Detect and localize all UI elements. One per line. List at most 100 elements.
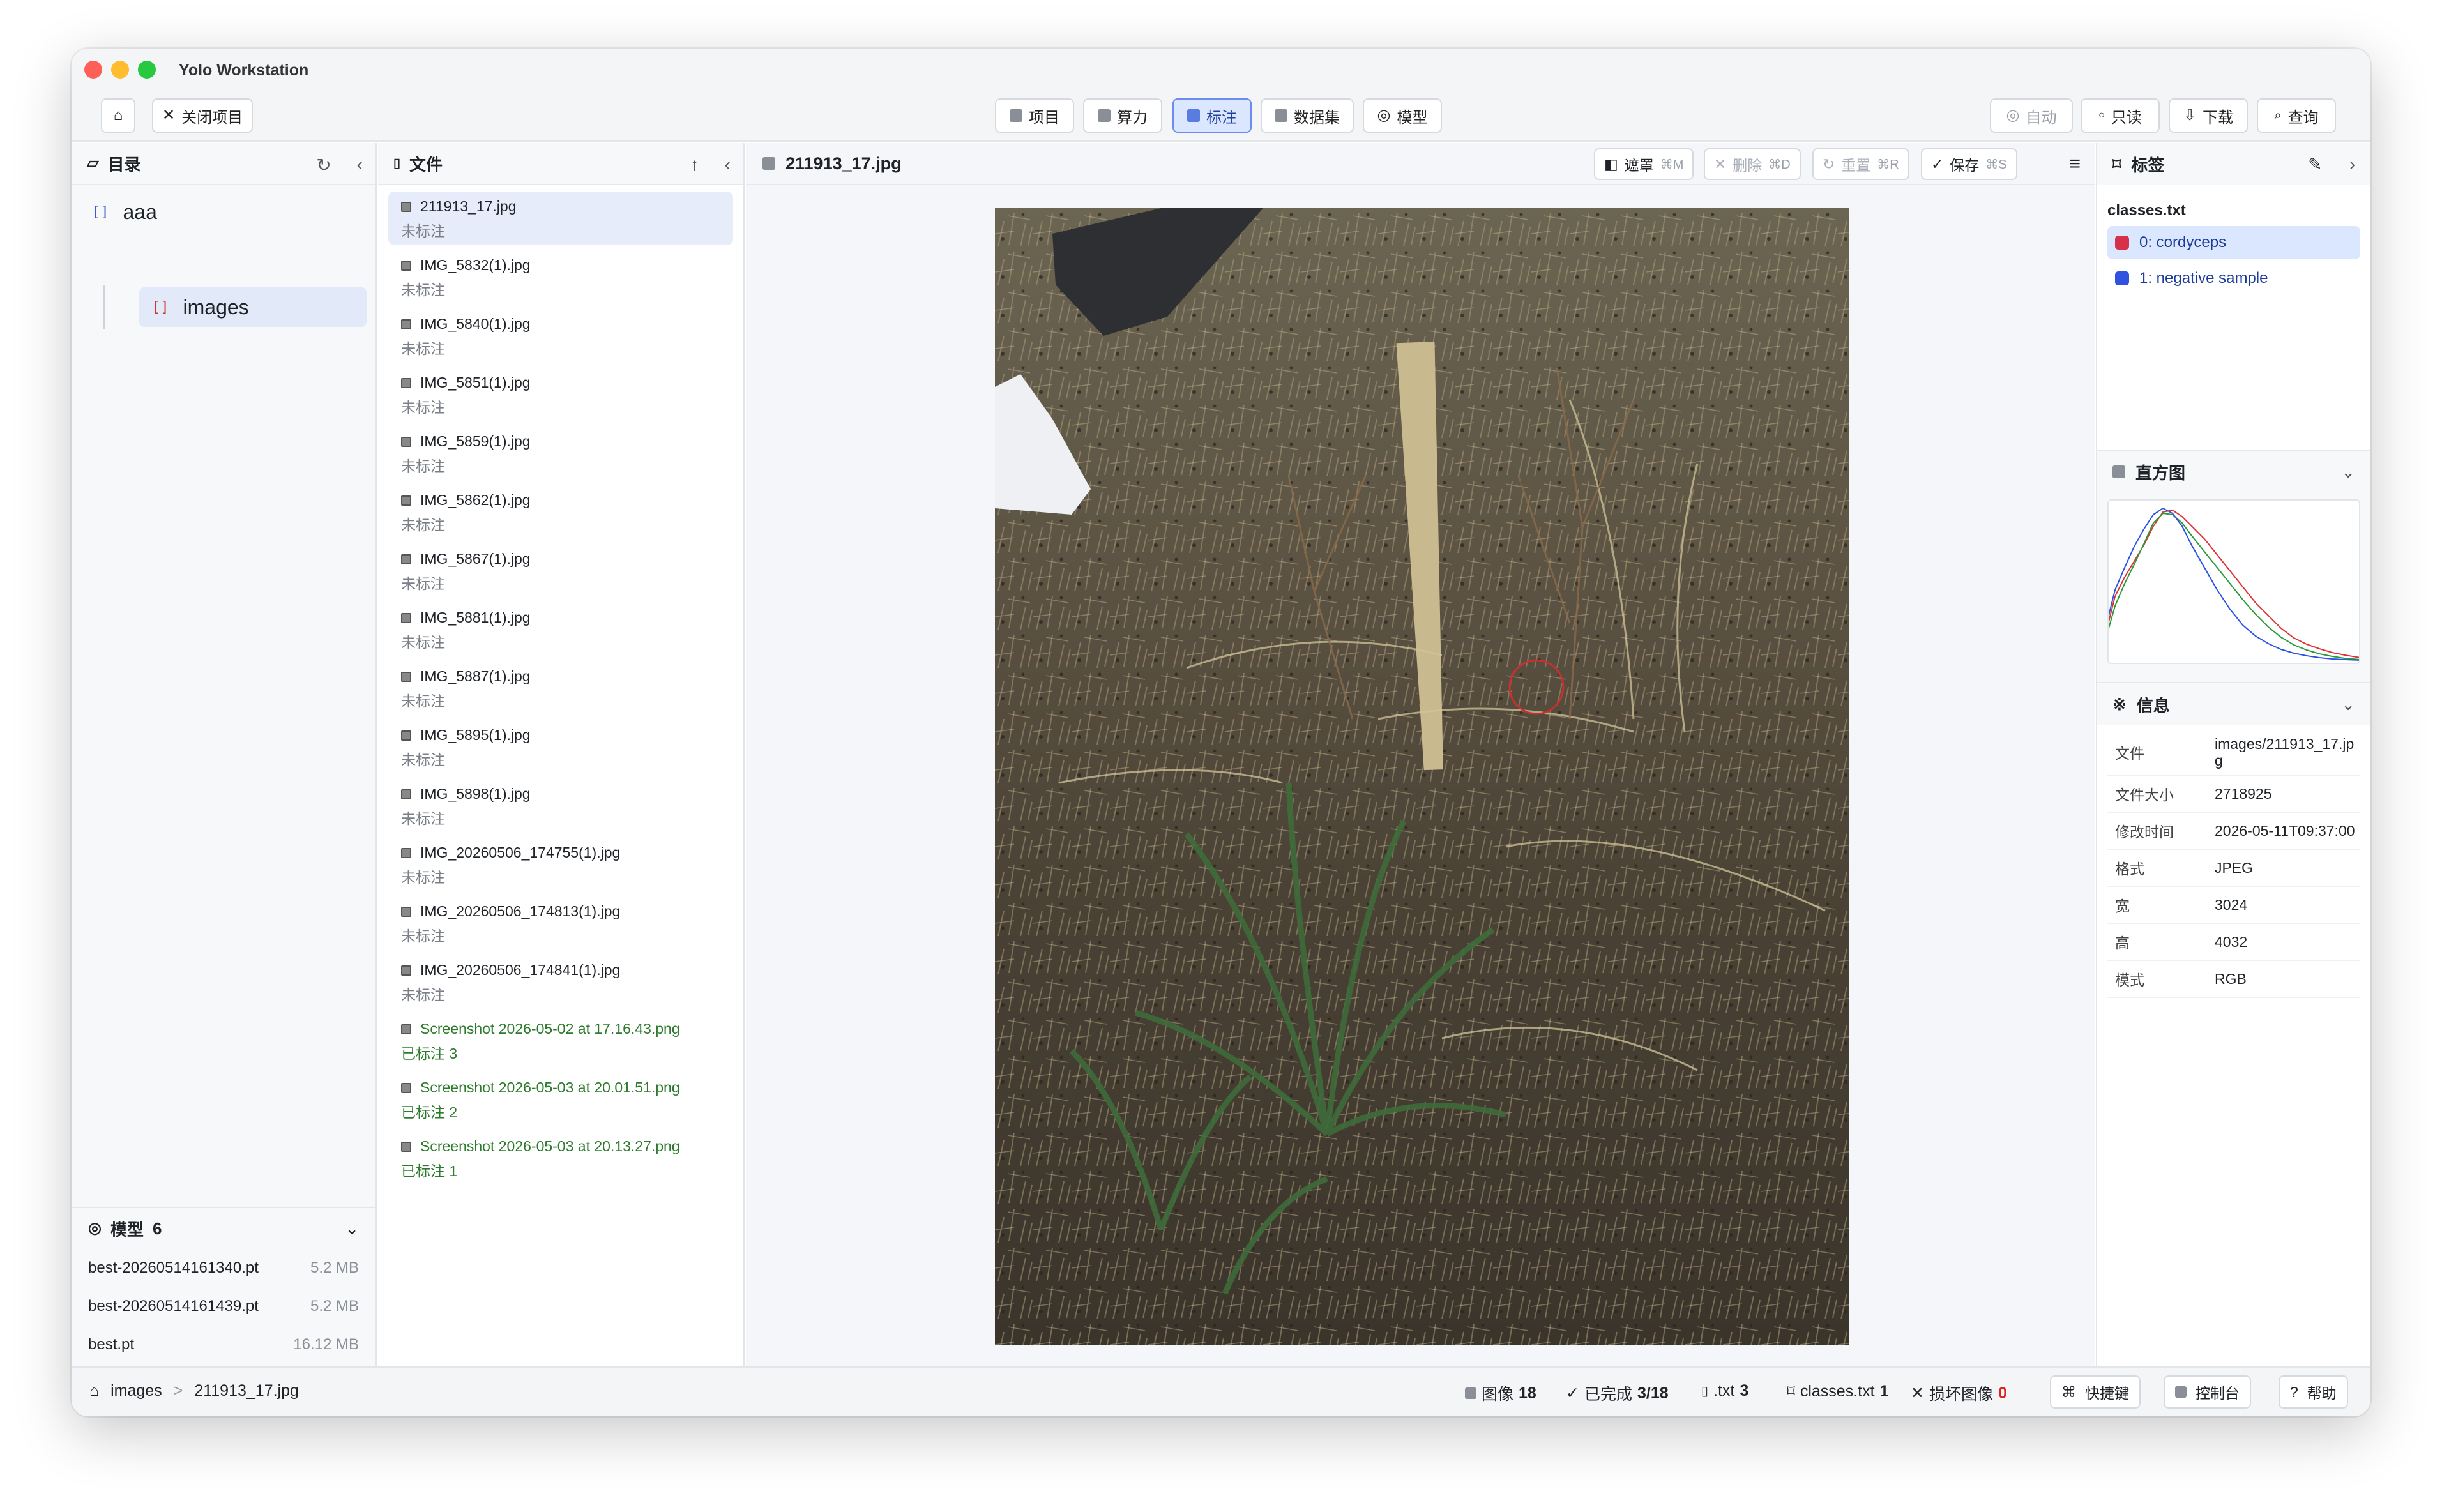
file-list-item[interactable]: IMG_5862(1).jpg 未标注	[388, 485, 733, 539]
info-key: 高	[2115, 934, 2130, 951]
chevron-down-icon[interactable]: ⌄	[345, 1219, 359, 1239]
console-button[interactable]: 控制台	[2164, 1375, 2251, 1409]
auto-button[interactable]: ◎ 自动	[1990, 98, 2073, 133]
close-window-button[interactable]	[84, 61, 102, 79]
file-list-item[interactable]: IMG_20260506_174755(1).jpg 未标注	[388, 838, 733, 891]
tab-dataset[interactable]: 数据集	[1261, 98, 1354, 133]
file-name: IMG_5887(1).jpg	[420, 668, 531, 684]
annotate-icon	[1187, 109, 1200, 122]
tab-compute[interactable]: 算力	[1083, 98, 1162, 133]
query-button[interactable]: ⌕ 查询	[2257, 98, 2336, 133]
chevron-down-icon[interactable]: ⌄	[2341, 462, 2355, 482]
file-list-item[interactable]: IMG_5832(1).jpg 未标注	[388, 250, 733, 304]
file-list-item[interactable]: IMG_20260506_174813(1).jpg 未标注	[388, 896, 733, 950]
broken-count-value: 0	[1998, 1384, 2007, 1402]
collapse-left-icon[interactable]: ‹	[725, 155, 731, 175]
class-item[interactable]: 1: negative sample	[2107, 262, 2360, 295]
menu-icon[interactable]: ≡	[2069, 153, 2081, 175]
info-row: 文件 images/211913_17.jpg	[2107, 730, 2360, 776]
info-value: JPEG	[2215, 859, 2254, 876]
shortcuts-button[interactable]: ⌘ 快捷键	[2050, 1375, 2141, 1409]
directory-title: 目录	[107, 155, 141, 174]
classes-count-label: classes.txt	[1800, 1382, 1875, 1400]
delete-icon: ✕	[1714, 155, 1727, 172]
file-title: 文件	[409, 155, 443, 174]
info-value: images/211913_17.jpg	[2215, 736, 2355, 769]
zoom-window-button[interactable]	[138, 61, 156, 79]
breadcrumb-root[interactable]: images	[110, 1382, 162, 1400]
check-icon: ✓	[1566, 1384, 1579, 1402]
file-list-item[interactable]: IMG_5851(1).jpg 未标注	[388, 368, 733, 421]
download-button[interactable]: ⇩ 下载	[2169, 98, 2248, 133]
photo-canvas[interactable]	[995, 208, 1849, 1345]
model-item[interactable]: best-20260514161340.pt 5.2 MB	[72, 1249, 375, 1287]
tab-model[interactable]: ◎ 模型	[1363, 98, 1442, 133]
folder-bracket-icon: []	[92, 204, 109, 220]
models-count: 6	[152, 1218, 162, 1238]
labels-section: ⌑ 标签 ✎ › classes.txt 0: cordyceps 1: neg…	[2097, 143, 2370, 451]
model-size: 16.12 MB	[293, 1336, 359, 1353]
file-list-item[interactable]: IMG_5840(1).jpg 未标注	[388, 309, 733, 363]
help-button[interactable]: ? 帮助	[2279, 1375, 2348, 1409]
file-list-item[interactable]: IMG_5881(1).jpg 未标注	[388, 603, 733, 656]
file-list-item[interactable]: IMG_5898(1).jpg 未标注	[388, 779, 733, 833]
file-list-item[interactable]: IMG_5859(1).jpg 未标注	[388, 427, 733, 480]
file-name-row: Screenshot 2026-05-02 at 17.16.43.png	[401, 1020, 733, 1038]
auto-label: 自动	[2026, 109, 2057, 126]
info-value: 4032	[2215, 933, 2248, 950]
readonly-button[interactable]: ○ 只读	[2081, 98, 2160, 133]
file-list-item[interactable]: IMG_5895(1).jpg 未标注	[388, 720, 733, 774]
search-icon: ⌕	[2274, 109, 2282, 123]
file-list-item[interactable]: IMG_5867(1).jpg 未标注	[388, 544, 733, 598]
image-file-icon	[401, 436, 411, 447]
file-list-item[interactable]: 211913_17.jpg 未标注	[388, 192, 733, 245]
reset-shortcut: ⌘R	[1877, 157, 1899, 172]
status-bar: ⌂ images > 211913_17.jpg 图像 18 ✓ 已完成 3/1…	[72, 1366, 2370, 1416]
chevron-right-icon[interactable]: ›	[2349, 155, 2355, 174]
save-button[interactable]: ✓ 保存 ⌘S	[1921, 148, 2017, 180]
info-title: 信息	[2136, 695, 2170, 715]
tree-item-aaa[interactable]: [] aaa	[92, 200, 157, 224]
tab-annotate[interactable]: 标注	[1172, 98, 1252, 133]
home-button[interactable]: ⌂	[101, 98, 135, 133]
titlebar: Yolo Workstation	[72, 49, 2370, 91]
sort-up-icon[interactable]: ↑	[690, 155, 699, 175]
file-list-item[interactable]: Screenshot 2026-05-03 at 20.13.27.png 已标注…	[388, 1131, 733, 1185]
annotation-image[interactable]	[995, 208, 1849, 1345]
models-header[interactable]: ◎ 模型 6 ⌄	[72, 1208, 375, 1249]
file-status: 未标注	[401, 869, 445, 886]
file-name-row: IMG_5832(1).jpg	[401, 257, 733, 274]
image-file-icon	[401, 847, 411, 858]
tree-item-images[interactable]: [] images	[139, 287, 367, 327]
done-count-label: 已完成	[1584, 1386, 1632, 1403]
info-header[interactable]: ※ 信息 ⌄	[2097, 683, 2370, 725]
info-section: ※ 信息 ⌄ 文件 images/211913_17.jpg 文件大小 271892…	[2097, 683, 2370, 998]
delete-button[interactable]: ✕ 删除 ⌘D	[1704, 148, 1801, 180]
model-item[interactable]: best.pt 16.12 MB	[72, 1326, 375, 1364]
tab-project[interactable]: 项目	[995, 98, 1074, 133]
histogram-header[interactable]: 直方图 ⌄	[2097, 451, 2370, 493]
collapse-left-icon[interactable]: ‹	[357, 155, 363, 176]
model-icon: ◎	[88, 1220, 102, 1237]
help-label: 帮助	[2307, 1385, 2337, 1402]
file-list-item[interactable]: Screenshot 2026-05-02 at 17.16.43.png 已标注…	[388, 1014, 733, 1068]
refresh-icon[interactable]: ↻	[316, 155, 331, 176]
model-item[interactable]: best-20260514161439.pt 5.2 MB	[72, 1287, 375, 1326]
minimize-window-button[interactable]	[111, 61, 129, 79]
class-item[interactable]: 0: cordyceps	[2107, 226, 2360, 259]
home-icon[interactable]: ⌂	[89, 1382, 99, 1400]
file-list-item[interactable]: Screenshot 2026-05-03 at 20.01.51.png 已标注…	[388, 1073, 733, 1126]
mask-button[interactable]: ◧ 遮罩 ⌘M	[1594, 148, 1694, 180]
close-project-button[interactable]: ✕ 关闭项目	[152, 98, 254, 133]
query-label: 查询	[2287, 109, 2319, 126]
mask-shortcut: ⌘M	[1660, 157, 1684, 172]
info-row: 格式 JPEG	[2107, 850, 2360, 887]
edit-icon[interactable]: ✎	[2308, 155, 2322, 174]
chevron-down-icon[interactable]: ⌄	[2341, 695, 2355, 714]
file-name-row: IMG_5881(1).jpg	[401, 609, 733, 626]
file-name-row: IMG_5867(1).jpg	[401, 550, 733, 568]
file-list-item[interactable]: IMG_5887(1).jpg 未标注	[388, 662, 733, 715]
file-list-item[interactable]: IMG_20260506_174841(1).jpg 未标注	[388, 955, 733, 1009]
reset-button[interactable]: ↻ 重置 ⌘R	[1812, 148, 1909, 180]
image-file-icon	[401, 612, 411, 623]
